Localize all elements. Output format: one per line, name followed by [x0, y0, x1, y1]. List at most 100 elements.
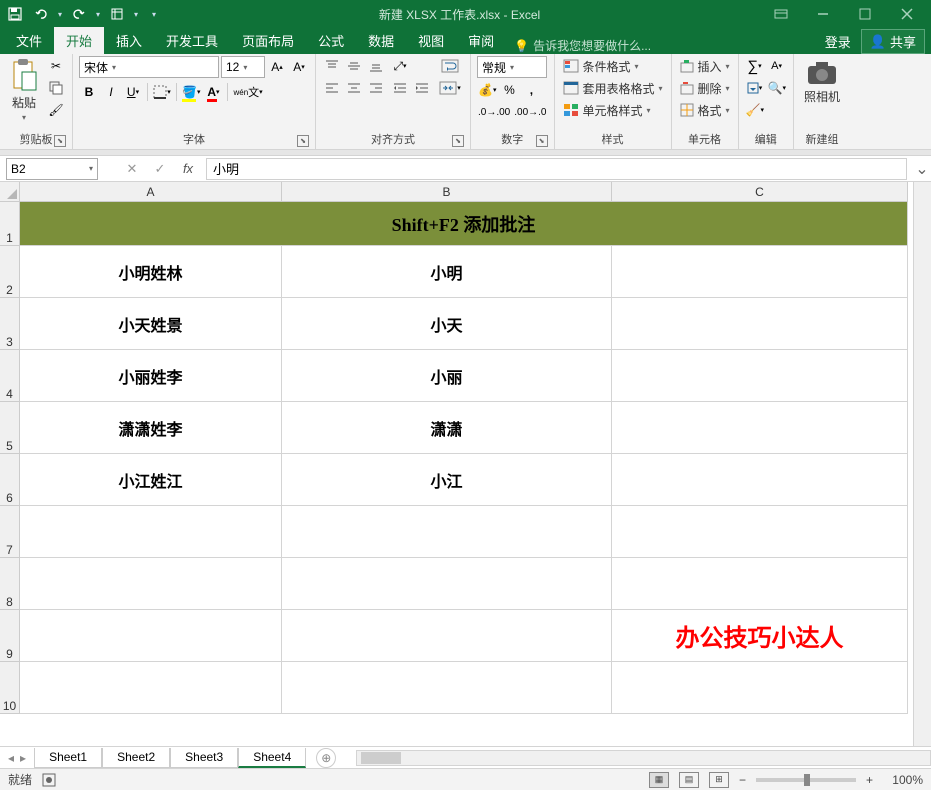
align-top-button[interactable]	[322, 56, 342, 76]
row-header-6[interactable]: 6	[0, 454, 20, 506]
cell-C10[interactable]	[612, 662, 908, 714]
cell-A8[interactable]	[20, 558, 282, 610]
sheet-nav-prev[interactable]: ◂	[6, 751, 16, 765]
cells-area[interactable]: Shift+F2 添加批注小明姓林小明小天姓景小天小丽姓李小丽潇潇姓李潇潇小江姓…	[20, 202, 908, 746]
save-button[interactable]	[4, 3, 26, 25]
fill-button[interactable]: ▾	[745, 78, 765, 98]
font-name-combo[interactable]: 宋体▾	[79, 56, 219, 78]
increase-decimal-button[interactable]: .0→.00	[477, 102, 511, 122]
cell-C4[interactable]	[612, 350, 908, 402]
percent-button[interactable]: %	[499, 80, 519, 100]
comma-button[interactable]: ,	[521, 80, 541, 100]
align-left-button[interactable]	[322, 78, 342, 98]
format-table-button[interactable]: 套用表格格式▾	[561, 78, 665, 98]
row-header-3[interactable]: 3	[0, 298, 20, 350]
zoom-level[interactable]: 100%	[883, 773, 923, 787]
tab-formulas[interactable]: 公式	[306, 27, 356, 54]
cell-A7[interactable]	[20, 506, 282, 558]
number-launcher[interactable]: ⬊	[536, 135, 548, 147]
font-launcher[interactable]: ⬊	[297, 135, 309, 147]
merge-button[interactable]: ▾	[436, 78, 464, 98]
cell-B6[interactable]: 小江	[282, 454, 612, 506]
row-header-5[interactable]: 5	[0, 402, 20, 454]
format-painter-button[interactable]: 🖌	[46, 100, 66, 120]
col-header-C[interactable]: C	[612, 182, 908, 202]
zoom-out-button[interactable]: −	[739, 773, 746, 787]
font-size-combo[interactable]: 12▾	[221, 56, 265, 78]
orientation-button[interactable]: ⤢▾	[390, 56, 410, 76]
underline-button[interactable]: U▾	[123, 82, 143, 102]
cell-A6[interactable]: 小江姓江	[20, 454, 282, 506]
undo-dropdown[interactable]: ▾	[56, 10, 64, 19]
cut-button[interactable]: ✂	[46, 56, 66, 76]
row-header-9[interactable]: 9	[0, 610, 20, 662]
cell-A10[interactable]	[20, 662, 282, 714]
name-box[interactable]: B2▾	[6, 158, 98, 180]
tab-page-layout[interactable]: 页面布局	[230, 27, 306, 54]
tab-file[interactable]: 文件	[4, 27, 54, 54]
cell-C9[interactable]: 办公技巧小达人	[612, 610, 908, 662]
cell-C3[interactable]	[612, 298, 908, 350]
redo-dropdown[interactable]: ▾	[94, 10, 102, 19]
row-header-8[interactable]: 8	[0, 558, 20, 610]
clear-button[interactable]: 🧹▾	[745, 100, 765, 120]
macro-record-icon[interactable]	[42, 773, 56, 787]
cell-B10[interactable]	[282, 662, 612, 714]
enter-formula-button[interactable]: ✓	[150, 161, 170, 177]
cell-B2[interactable]: 小明	[282, 246, 612, 298]
decrease-indent-button[interactable]	[390, 78, 410, 98]
expand-formula-bar[interactable]: ⌄	[913, 159, 931, 179]
autosum-button[interactable]: ∑▾	[745, 56, 765, 76]
copy-button[interactable]	[46, 78, 66, 98]
row-header-10[interactable]: 10	[0, 662, 20, 714]
phonetic-button[interactable]: wén文▾	[232, 82, 263, 102]
page-layout-view-button[interactable]: ▤	[679, 772, 699, 788]
cell-C2[interactable]	[612, 246, 908, 298]
decrease-decimal-button[interactable]: .00→.0	[513, 102, 547, 122]
tab-home[interactable]: 开始	[54, 27, 104, 54]
cell-B3[interactable]: 小天	[282, 298, 612, 350]
formula-input[interactable]: 小明	[206, 158, 907, 180]
tell-me-search[interactable]: 💡 告诉我您想要做什么...	[514, 37, 651, 54]
login-button[interactable]: 登录	[819, 30, 857, 53]
cell-A5[interactable]: 潇潇姓李	[20, 402, 282, 454]
sheet-tab-sheet3[interactable]: Sheet3	[170, 748, 238, 768]
tab-developer[interactable]: 开发工具	[154, 27, 230, 54]
sheet-tab-sheet4[interactable]: Sheet4	[238, 748, 306, 768]
align-middle-button[interactable]	[344, 56, 364, 76]
minimize-button[interactable]	[803, 2, 843, 26]
cancel-formula-button[interactable]: ✕	[122, 161, 142, 177]
accounting-button[interactable]: 💰▾	[477, 80, 497, 100]
cell-A3[interactable]: 小天姓景	[20, 298, 282, 350]
close-button[interactable]	[887, 2, 927, 26]
format-cells-button[interactable]: 格式▾	[678, 100, 732, 120]
sort-filter-button[interactable]: A▾	[767, 56, 787, 76]
clipboard-launcher[interactable]: ⬊	[54, 135, 66, 147]
tab-data[interactable]: 数据	[356, 27, 406, 54]
fx-button[interactable]: fx	[178, 161, 198, 176]
qat-dropdown[interactable]: ▾	[132, 10, 140, 19]
cell-A2[interactable]: 小明姓林	[20, 246, 282, 298]
paste-button[interactable]: 粘贴 ▾	[6, 56, 42, 124]
normal-view-button[interactable]: ▦	[649, 772, 669, 788]
row-header-1[interactable]: 1	[0, 202, 20, 246]
wrap-text-button[interactable]	[436, 56, 464, 76]
cell-B7[interactable]	[282, 506, 612, 558]
cell-A4[interactable]: 小丽姓李	[20, 350, 282, 402]
find-button[interactable]: 🔍▾	[767, 78, 787, 98]
vertical-scrollbar[interactable]	[913, 182, 931, 746]
cell-styles-button[interactable]: 单元格样式▾	[561, 100, 653, 120]
camera-button[interactable]: 照相机	[800, 56, 844, 107]
bold-button[interactable]: B	[79, 82, 99, 102]
add-sheet-button[interactable]: ⊕	[316, 748, 336, 768]
cell-C8[interactable]	[612, 558, 908, 610]
sheet-tab-sheet1[interactable]: Sheet1	[34, 748, 102, 768]
row-header-2[interactable]: 2	[0, 246, 20, 298]
increase-indent-button[interactable]	[412, 78, 432, 98]
cell-B4[interactable]: 小丽	[282, 350, 612, 402]
col-header-A[interactable]: A	[20, 182, 282, 202]
conditional-format-button[interactable]: 条件格式▾	[561, 56, 641, 76]
cell-A9[interactable]	[20, 610, 282, 662]
insert-cells-button[interactable]: 插入▾	[678, 56, 732, 76]
page-break-view-button[interactable]: ⊞	[709, 772, 729, 788]
